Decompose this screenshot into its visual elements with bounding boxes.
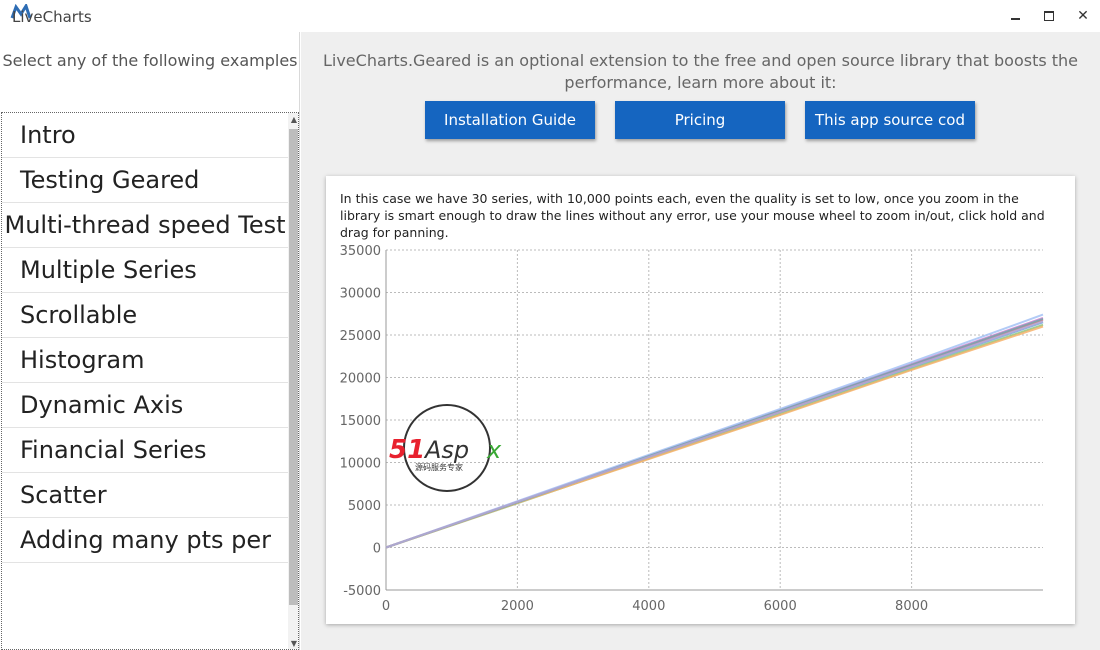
y-tick-label: 0 — [373, 542, 381, 557]
x-tick-label: 0 — [382, 599, 390, 614]
maximize-button[interactable] — [1032, 2, 1066, 30]
chart-card: In this case we have 30 series, with 10,… — [326, 176, 1075, 624]
sidebar-item-dynamic-axis[interactable]: Dynamic Axis — [2, 383, 288, 428]
y-tick-label: 25000 — [340, 329, 381, 344]
sidebar-item-scrollable[interactable]: Scrollable — [2, 293, 288, 338]
list-scrollbar[interactable]: ▲ ▼ — [288, 113, 298, 649]
chart-description: In this case we have 30 series, with 10,… — [340, 191, 1045, 240]
close-icon: ✕ — [1077, 8, 1089, 24]
sidebar: Select any of the following examples Int… — [0, 32, 300, 650]
x-tick-label: 4000 — [632, 599, 665, 614]
geared-description: LiveCharts.Geared is an optional extensi… — [322, 51, 1079, 92]
scroll-thumb[interactable] — [289, 129, 298, 605]
close-button[interactable]: ✕ — [1066, 2, 1100, 30]
sidebar-item-multi-thread-speed-test[interactable]: Multi-thread speed Test — [2, 203, 288, 248]
sidebar-item-adding-many-pts[interactable]: Adding many pts per — [2, 518, 288, 563]
sidebar-header: Select any of the following examples — [2, 51, 298, 70]
y-tick-label: 35000 — [340, 244, 381, 259]
x-tick-label: 2000 — [501, 599, 534, 614]
main-panel: LiveCharts.Geared is an optional extensi… — [301, 32, 1100, 650]
svg-text:源码服务专家: 源码服务专家 — [415, 462, 463, 472]
y-tick-label: 5000 — [348, 499, 381, 514]
sidebar-item-testing-geared[interactable]: Testing Geared — [2, 158, 288, 203]
minimize-button[interactable] — [998, 2, 1032, 30]
title-bar: LiveCharts ✕ — [0, 0, 1100, 32]
x-tick-label: 6000 — [764, 599, 797, 614]
y-tick-label: 30000 — [340, 287, 381, 302]
svg-text:Asp: Asp — [423, 436, 469, 464]
x-tick-label: 8000 — [895, 599, 928, 614]
sidebar-item-multiple-series[interactable]: Multiple Series — [2, 248, 288, 293]
maximize-icon — [1044, 11, 1054, 21]
y-tick-label: 10000 — [340, 457, 381, 472]
51aspx-watermark-logo: 51 Asp x 源码服务专家 — [389, 404, 502, 492]
examples-list-items: Intro Testing Geared Multi-thread speed … — [2, 113, 288, 563]
svg-text:51: 51 — [389, 435, 425, 465]
y-tick-label: 20000 — [340, 372, 381, 387]
pricing-button[interactable]: Pricing — [615, 101, 785, 139]
y-tick-label: 15000 — [340, 414, 381, 429]
installation-guide-button[interactable]: Installation Guide — [425, 101, 595, 139]
y-tick-label: -5000 — [343, 584, 381, 599]
scroll-down-icon[interactable]: ▼ — [289, 639, 298, 649]
sidebar-item-intro[interactable]: Intro — [2, 113, 288, 158]
minimize-icon — [1010, 18, 1020, 20]
sidebar-item-histogram[interactable]: Histogram — [2, 338, 288, 383]
app-source-code-button[interactable]: This app source cod — [805, 101, 975, 139]
svg-text:x: x — [486, 436, 502, 464]
app-title: LiveCharts — [12, 8, 92, 26]
sidebar-item-scatter[interactable]: Scatter — [2, 473, 288, 518]
sidebar-item-financial-series[interactable]: Financial Series — [2, 428, 288, 473]
scroll-up-icon[interactable]: ▲ — [289, 115, 298, 125]
examples-list[interactable]: Intro Testing Geared Multi-thread speed … — [1, 112, 299, 650]
